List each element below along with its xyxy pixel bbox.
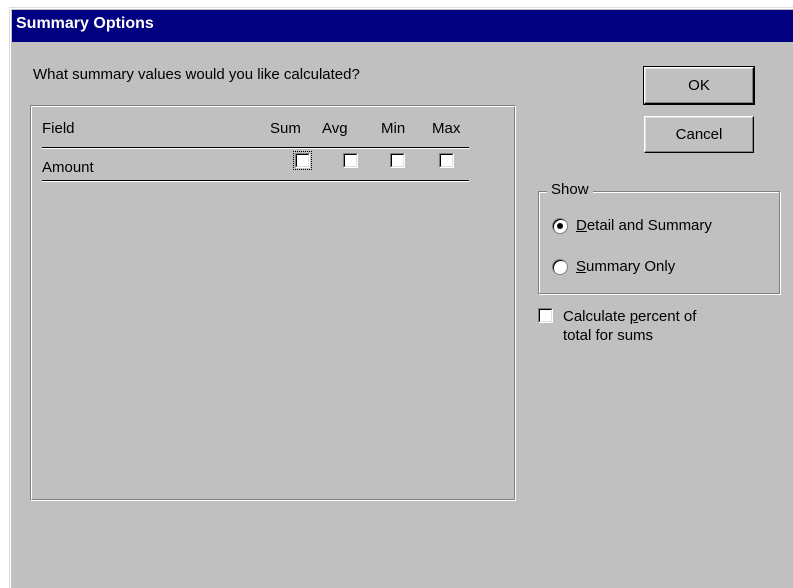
prompt-text: What summary values would you like calcu… <box>33 66 360 83</box>
amount-max-checkbox[interactable] <box>439 153 454 168</box>
amount-sum-checkbox[interactable] <box>293 151 312 170</box>
header-divider <box>42 147 469 149</box>
column-header-max: Max <box>432 120 461 137</box>
summary-only-label: Summary Only <box>576 258 676 275</box>
summary-options-dialog: Summary Options What summary values woul… <box>9 7 793 588</box>
column-header-field: Field <box>42 120 75 137</box>
field-name-amount: Amount <box>42 159 94 176</box>
calculate-percent-option[interactable]: Calculate percent of total for sums <box>538 307 696 345</box>
show-groupbox <box>538 191 780 294</box>
summary-only-radio[interactable] <box>552 258 568 275</box>
column-header-avg: Avg <box>322 120 348 137</box>
row-divider <box>42 180 469 182</box>
calculate-percent-label: Calculate percent of total for sums <box>563 308 697 344</box>
summary-only-option[interactable]: Summary Only <box>552 258 675 275</box>
calculate-percent-checkbox[interactable] <box>538 308 553 323</box>
amount-avg-checkbox[interactable] <box>343 153 358 168</box>
show-group-label: Show <box>547 181 593 198</box>
dialog-title: Summary Options <box>16 15 154 32</box>
detail-and-summary-radio[interactable] <box>552 217 568 234</box>
column-header-min: Min <box>381 120 406 137</box>
amount-min-checkbox[interactable] <box>390 153 405 168</box>
detail-and-summary-label: Detail and Summary <box>576 217 712 234</box>
column-header-sum: Sum <box>270 120 301 137</box>
ok-button[interactable]: OK <box>643 66 755 105</box>
title-bar[interactable]: Summary Options <box>12 10 793 42</box>
focus-indicator <box>293 151 312 170</box>
detail-and-summary-option[interactable]: Detail and Summary <box>552 217 712 234</box>
cancel-button[interactable]: Cancel <box>644 116 754 153</box>
